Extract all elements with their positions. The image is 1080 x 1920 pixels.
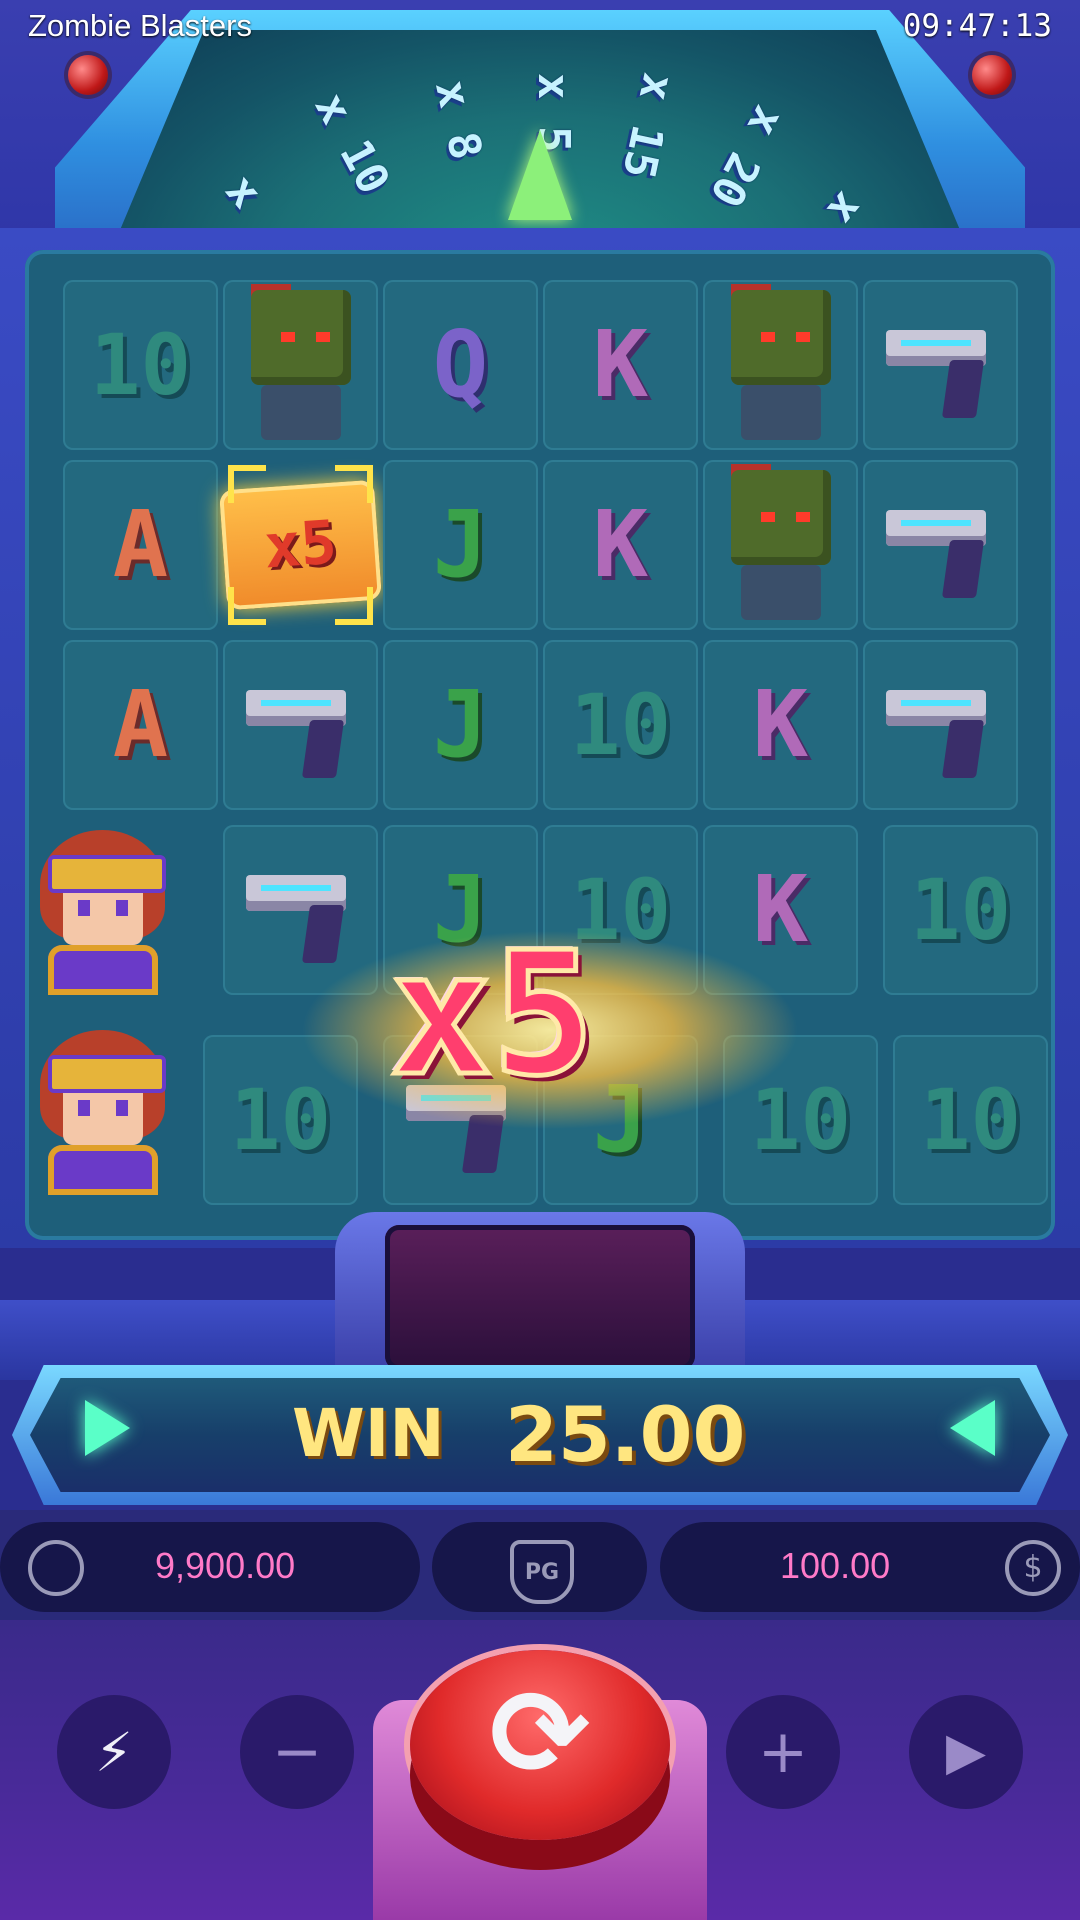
balance-value: 9,900.00: [155, 1545, 296, 1586]
symbol-cell: [863, 460, 1018, 630]
symbol-cell: [703, 280, 858, 450]
symbol-cell: J: [383, 640, 538, 810]
symbol-cell: x5: [219, 460, 382, 630]
bet-decrease-button[interactable]: −: [240, 1695, 354, 1809]
symbol-cell: [25, 825, 180, 995]
symbol-cell: 10: [883, 825, 1038, 995]
highlight-bracket: [335, 465, 373, 503]
clock: 09:47:13: [902, 8, 1052, 44]
autoplay-icon: ▶: [946, 1722, 986, 1782]
app-title: Zombie Blasters: [28, 8, 252, 43]
bet-increase-button[interactable]: +: [726, 1695, 840, 1809]
symbol-cell: [703, 460, 858, 630]
symbol-q: Q: [432, 311, 489, 418]
symbol-cell: 10: [543, 640, 698, 810]
arrow-right-icon: [85, 1400, 130, 1456]
win-label: WIN: [292, 1395, 445, 1472]
pistol-icon: [241, 670, 361, 780]
highlight-bracket: [335, 587, 373, 625]
symbol-j: J: [432, 671, 489, 778]
symbol-k: K: [592, 311, 649, 418]
symbol-cell: [863, 280, 1018, 450]
wheel-segment: x 15: [612, 68, 685, 183]
wheel-segment: x 8: [424, 76, 492, 165]
symbol-10: 10: [919, 1071, 1022, 1169]
wheel-pointer-icon: [508, 130, 572, 220]
pistol-icon: [881, 670, 1001, 780]
symbol-k: K: [592, 491, 649, 598]
zombie-icon: [721, 464, 841, 620]
zombie-icon: [721, 284, 841, 440]
dollar-coin-icon[interactable]: $: [1005, 1540, 1061, 1596]
symbol-j: J: [432, 491, 489, 598]
turbo-off-icon: ⚡: [95, 1720, 133, 1784]
symbol-cell: [223, 640, 378, 810]
symbol-cell: [223, 280, 378, 450]
wheel-segment: x 10: [304, 84, 400, 203]
big-multiplier: x5: [388, 916, 598, 1114]
pistol-icon: [881, 310, 1001, 420]
spin-icon[interactable]: ⟳: [445, 1675, 635, 1795]
symbol-cell: Q: [383, 280, 538, 450]
turbo-button[interactable]: ⚡: [57, 1695, 171, 1809]
symbol-cell: A: [63, 640, 218, 810]
hero-girl-icon: [28, 825, 178, 995]
symbol-cell: [863, 640, 1018, 810]
zombie-icon: [241, 284, 361, 440]
pistol-icon: [881, 490, 1001, 600]
symbol-cell: [25, 1025, 180, 1195]
arrow-left-icon: [950, 1400, 995, 1456]
symbol-cell: K: [543, 280, 698, 450]
symbol-cell: A: [63, 460, 218, 630]
symbol-10: 10: [909, 861, 1012, 959]
symbol-a: A: [112, 491, 169, 598]
symbol-cell: K: [703, 640, 858, 810]
symbol-10: 10: [89, 316, 192, 414]
highlight-bracket: [228, 587, 266, 625]
bolt-icon: [972, 55, 1012, 95]
symbol-k: K: [752, 671, 809, 778]
win-amount: 25.00: [505, 1390, 746, 1479]
symbol-cell: J: [383, 460, 538, 630]
bolt-icon: [68, 55, 108, 95]
autoplay-button[interactable]: ▶: [909, 1695, 1023, 1809]
symbol-cell: 10: [63, 280, 218, 450]
pg-logo-icon: PG: [510, 1540, 574, 1604]
symbol-a: A: [112, 671, 169, 778]
hero-girl-icon: [28, 1025, 178, 1195]
symbol-cell: 10: [893, 1035, 1048, 1205]
symbol-cell: K: [543, 460, 698, 630]
symbol-10: 10: [569, 676, 672, 774]
machine-screen: [385, 1225, 695, 1370]
bet-value: 100.00: [780, 1545, 891, 1586]
user-icon[interactable]: [28, 1540, 84, 1596]
highlight-bracket: [228, 465, 266, 503]
